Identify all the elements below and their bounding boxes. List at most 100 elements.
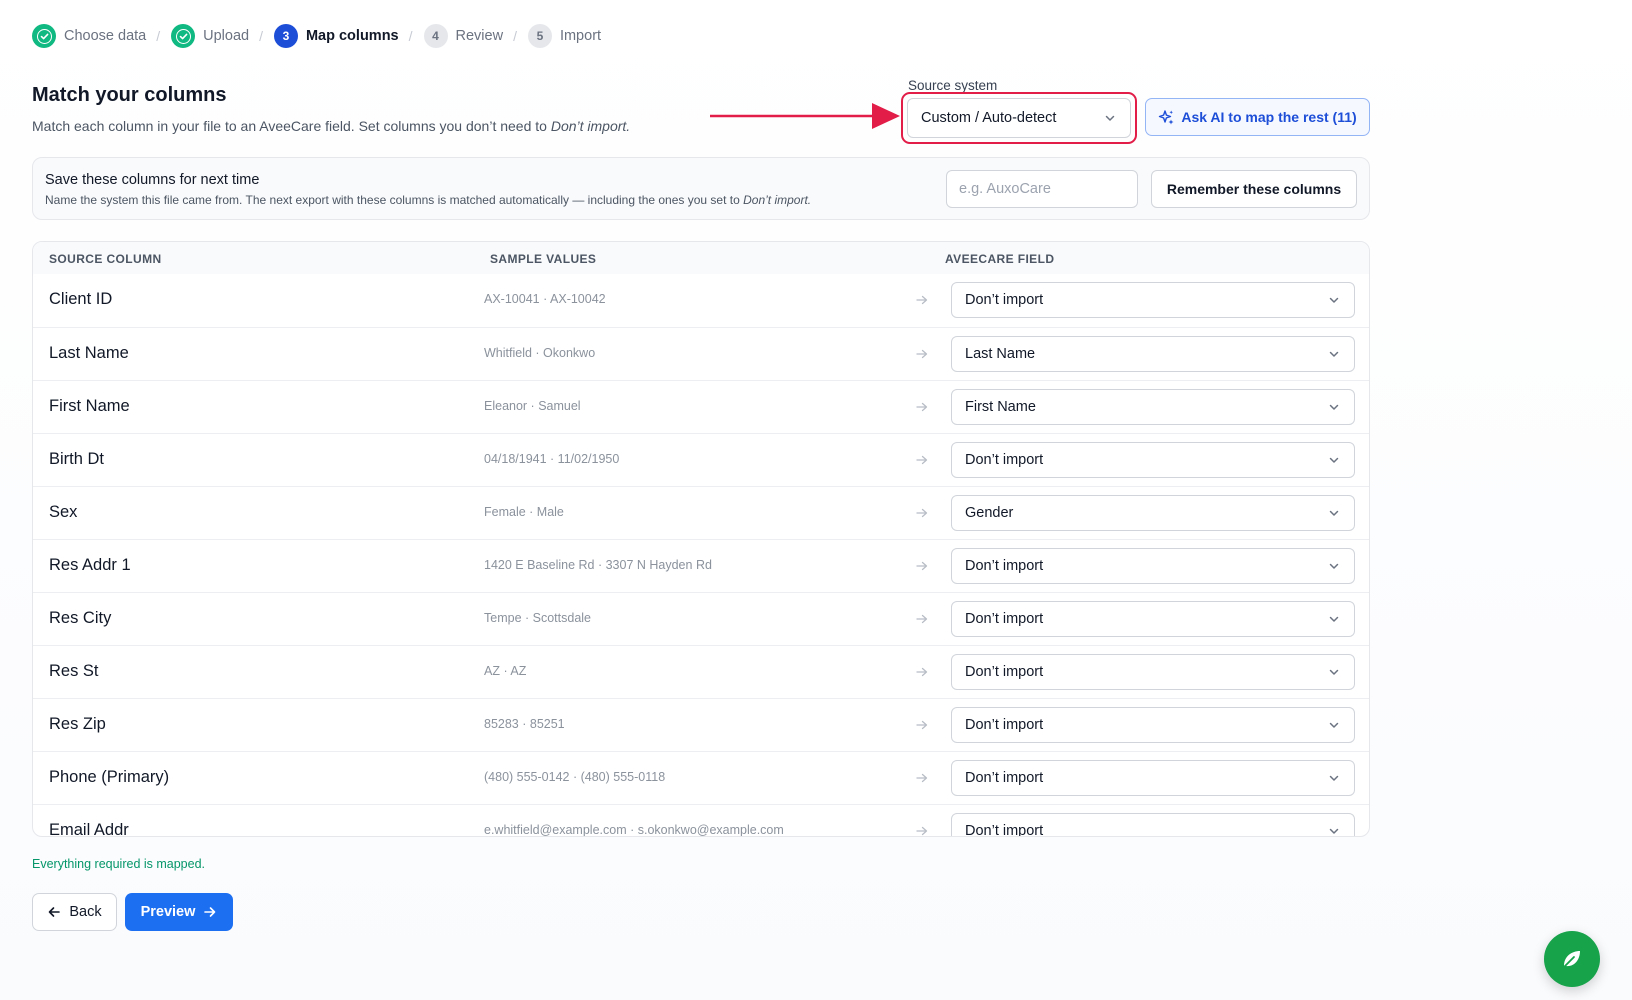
arrow-left-icon	[49, 907, 61, 917]
table-body: Client ID AX-10041 · AX-10042 Don’t import…	[33, 274, 1369, 837]
step-import[interactable]: 5 Import	[527, 24, 601, 48]
preview-label: Preview	[140, 904, 196, 920]
aveecare-field-select[interactable]: Don’t import	[951, 707, 1355, 743]
source-system-label: Source system	[908, 78, 998, 93]
aveecare-field-value: Don’t import	[965, 611, 1044, 627]
preview-button[interactable]: Preview	[125, 893, 233, 931]
aveecare-field-select[interactable]: Last Name	[951, 336, 1355, 372]
save-columns-panel: Save these columns for next time Name th…	[32, 157, 1370, 220]
back-label: Back	[69, 904, 102, 920]
sample-values: 85283 · 85251	[484, 717, 565, 731]
aveecare-field-value: Don’t import	[965, 292, 1044, 308]
source-column-name: Sex	[49, 503, 78, 521]
column-mapping-table: SOURCE COLUMN SAMPLE VALUES AVEECARE FIE…	[32, 241, 1370, 837]
source-system-select[interactable]: Custom / Auto-detect	[907, 98, 1131, 138]
table-row: Last Name Whitfield · Okonkwo Last Name	[33, 327, 1369, 380]
aveecare-field-value: First Name	[965, 399, 1036, 415]
aveecare-field-value: Last Name	[965, 346, 1036, 362]
sample-values: e.whitfield@example.com · s.okonkwo@exam…	[484, 823, 784, 837]
back-button[interactable]: Back	[32, 893, 117, 931]
chevron-down-icon	[1329, 297, 1339, 303]
sample-values: Tempe · Scottsdale	[484, 611, 591, 625]
step-5-number: 5	[527, 24, 552, 48]
step-upload[interactable]: Upload	[171, 24, 249, 48]
aveecare-field-select[interactable]: Don’t import	[951, 282, 1355, 318]
chevron-down-icon	[1105, 115, 1115, 121]
arrow-right-icon	[916, 773, 928, 783]
stepper: Choose data / Upload / 3 Map columns / 4…	[32, 24, 601, 48]
ai-map-rest-button[interactable]: Ask AI to map the rest (11)	[1145, 98, 1370, 136]
table-row: Client ID AX-10041 · AX-10042 Don’t import	[33, 274, 1369, 327]
aveecare-field-value: Don’t import	[965, 823, 1044, 837]
aveecare-field-value: Don’t import	[965, 770, 1044, 786]
step-2-check-icon	[171, 24, 196, 48]
page-title: Match your columns	[32, 84, 227, 106]
chevron-down-icon	[1329, 351, 1339, 357]
arrow-right-icon	[916, 349, 928, 359]
header-source-column: SOURCE COLUMN	[49, 252, 162, 266]
leaf-icon	[1563, 951, 1580, 968]
sample-values: Eleanor · Samuel	[484, 399, 581, 413]
table-row: Phone (Primary) (480) 555-0142 · (480) 55…	[33, 751, 1369, 804]
mapping-status: Everything required is mapped.	[32, 857, 206, 871]
chevron-down-icon	[1329, 775, 1339, 781]
chevron-down-icon	[1329, 404, 1339, 410]
source-column-name: Last Name	[49, 344, 129, 362]
page-subtitle: Match each column in your file to an Ave…	[32, 118, 630, 134]
table-row: Birth Dt 04/18/1941 · 11/02/1950 Don’t imp…	[33, 433, 1369, 486]
step-1-check-icon	[32, 24, 56, 48]
table-row: Res Addr 1 1420 E Baseline Rd · 3307 N Ha…	[33, 539, 1369, 592]
aveecare-field-select[interactable]: Gender	[951, 495, 1355, 531]
aveecare-field-value: Don’t import	[965, 664, 1044, 680]
ai-button-label: Ask AI to map the rest (11)	[1181, 109, 1357, 125]
step-separator: /	[259, 28, 263, 44]
system-name-input[interactable]	[946, 170, 1138, 208]
table-row: First Name Eleanor · Samuel First Name	[33, 380, 1369, 433]
table-row: Res St AZ · AZ Don’t import	[33, 645, 1369, 698]
step-review[interactable]: 4 Review	[423, 24, 504, 48]
sample-values: (480) 555-0142 · (480) 555-0118	[484, 770, 666, 784]
subtitle-emphasis: Don’t import.	[550, 118, 631, 134]
aveecare-field-select[interactable]: Don’t import	[951, 548, 1355, 584]
source-column-name: Res Addr 1	[49, 556, 131, 574]
source-system-value: Custom / Auto-detect	[921, 110, 1057, 126]
step-separator: /	[156, 28, 161, 44]
arrow-right-icon	[916, 455, 928, 465]
sample-values: Whitfield · Okonkwo	[484, 346, 596, 360]
arrow-right-icon	[916, 826, 928, 836]
aveecare-field-select[interactable]: Don’t import	[951, 601, 1355, 637]
help-fab[interactable]	[1544, 931, 1600, 987]
chevron-down-icon	[1329, 828, 1339, 834]
table-row: Res Zip 85283 · 85251 Don’t import	[33, 698, 1369, 751]
step-choose-data[interactable]: Choose data	[32, 24, 146, 48]
table-row: Sex Female · Male Gender	[33, 486, 1369, 539]
arrow-right-icon	[916, 295, 928, 305]
arrow-right-icon	[916, 720, 928, 730]
aveecare-field-select[interactable]: First Name	[951, 389, 1355, 425]
aveecare-field-select[interactable]: Don’t import	[951, 442, 1355, 478]
chevron-down-icon	[1329, 510, 1339, 516]
step-label: Choose data	[64, 28, 147, 44]
remember-columns-button[interactable]: Remember these columns	[1151, 170, 1357, 208]
table-row: Email Addr e.whitfield@example.com · s.ok…	[33, 804, 1369, 837]
step-label: Map columns	[305, 28, 399, 44]
sparkles-icon	[1159, 109, 1174, 124]
save-desc-text: Name the system this file came from. The…	[45, 193, 740, 207]
arrow-right-icon	[916, 614, 928, 624]
chevron-down-icon	[1329, 457, 1339, 463]
source-column-name: Birth Dt	[49, 450, 105, 468]
step-map-columns[interactable]: 3 Map columns	[273, 24, 399, 48]
save-panel-title: Save these columns for next time	[45, 172, 260, 188]
source-column-name: First Name	[49, 397, 130, 415]
step-separator: /	[513, 28, 517, 44]
chevron-down-icon	[1329, 563, 1339, 569]
aveecare-field-select[interactable]: Don’t import	[951, 813, 1355, 837]
step-label: Review	[455, 28, 504, 44]
step-3-number: 3	[273, 24, 298, 48]
aveecare-field-value: Don’t import	[965, 558, 1044, 574]
source-column-name: Res Zip	[49, 715, 106, 733]
subtitle-text: Match each column in your file to an Ave…	[32, 118, 547, 134]
step-separator: /	[408, 28, 413, 44]
aveecare-field-select[interactable]: Don’t import	[951, 760, 1355, 796]
aveecare-field-select[interactable]: Don’t import	[951, 654, 1355, 690]
